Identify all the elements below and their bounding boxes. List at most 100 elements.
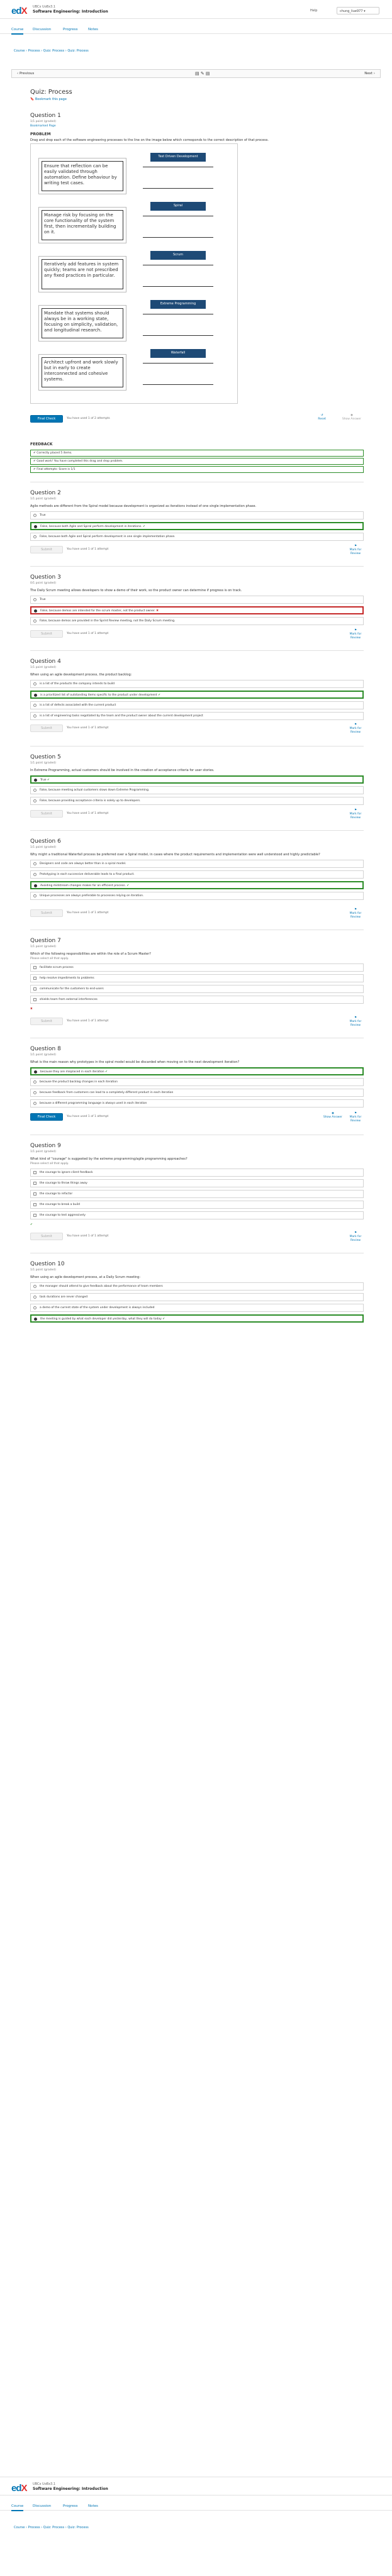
radio-option[interactable]: False, because demos are provided in the… xyxy=(30,616,364,625)
radio-option[interactable]: is a prioritized list of outstanding ite… xyxy=(30,690,364,699)
drop-zone[interactable] xyxy=(143,384,213,385)
mark-for-review-button[interactable]: ⚑ Mark for Review xyxy=(347,545,364,556)
checkbox-option[interactable]: the courage to break a build xyxy=(30,1201,364,1209)
tab-notes[interactable]: Notes xyxy=(88,2504,98,2509)
radio-option[interactable]: True xyxy=(30,595,364,604)
drop-label[interactable]: Spiral xyxy=(150,202,206,211)
radio-option[interactable]: because a different programming language… xyxy=(30,1099,364,1108)
radio-button[interactable] xyxy=(33,1080,36,1084)
radio-button[interactable] xyxy=(33,788,36,792)
show-answer-button[interactable]: ◉ Show Answer xyxy=(342,414,361,421)
radio-button[interactable] xyxy=(34,778,37,782)
radio-option[interactable]: False, because demos are intended for th… xyxy=(30,606,364,614)
checkbox-option[interactable]: the courage to throw things away xyxy=(30,1179,364,1188)
radio-button[interactable] xyxy=(34,1070,37,1074)
radio-option[interactable]: True ✔ xyxy=(30,775,364,784)
radio-button[interactable] xyxy=(34,525,37,528)
help-link[interactable]: Help xyxy=(310,9,317,13)
submit-button[interactable]: Submit xyxy=(30,909,63,917)
radio-option[interactable]: because they are misplaced in each itera… xyxy=(30,1067,364,1075)
radio-option[interactable]: is a list of defects associated with the… xyxy=(30,701,364,709)
radio-button[interactable] xyxy=(33,597,36,601)
checkbox[interactable] xyxy=(33,966,36,970)
radio-option[interactable]: False, because providing acceptance crit… xyxy=(30,796,364,805)
radio-option[interactable]: the meeting is guided by what each devel… xyxy=(30,1314,364,1323)
drag-item[interactable]: Ensure that reflection can be easily val… xyxy=(38,158,126,194)
radio-button[interactable] xyxy=(34,1317,37,1321)
drop-label[interactable]: Test Driven Development xyxy=(150,153,206,162)
breadcrumb-bottom[interactable]: Course › Process › Quiz: Process › Quiz:… xyxy=(14,2526,89,2530)
tab-course[interactable]: Course xyxy=(11,28,24,35)
radio-button[interactable] xyxy=(33,619,36,623)
tab-course[interactable]: Course xyxy=(11,2504,24,2512)
drag-item[interactable]: Architect upfront and work slowly but in… xyxy=(38,354,126,391)
checkbox[interactable] xyxy=(33,1214,36,1218)
next-button[interactable]: Next › xyxy=(364,72,375,76)
radio-option[interactable]: a demo of the current state of the syste… xyxy=(30,1303,364,1312)
radio-button[interactable] xyxy=(33,714,36,718)
drag-item[interactable]: Manage risk by focusing on the core func… xyxy=(38,207,126,243)
radio-button[interactable] xyxy=(33,1091,36,1094)
tab-discussion[interactable]: Discussion xyxy=(33,28,51,32)
radio-button[interactable] xyxy=(33,1101,36,1105)
radio-button[interactable] xyxy=(33,535,36,538)
tab-progress[interactable]: Progress xyxy=(63,2504,77,2509)
radio-option[interactable]: False, because both Agile and Spiral per… xyxy=(30,532,364,541)
radio-option[interactable]: is a list of the products the company in… xyxy=(30,679,364,688)
bookmark-button[interactable]: 🔖 Bookmark this page xyxy=(30,97,67,102)
mark-for-review-button[interactable]: ⚑ Mark for Review xyxy=(347,908,364,919)
submit-button[interactable]: Submit xyxy=(30,724,63,732)
radio-button[interactable] xyxy=(34,693,37,697)
radio-option[interactable]: True xyxy=(30,511,364,519)
drop-zone[interactable] xyxy=(143,363,213,364)
mark-for-review-button[interactable]: ⚑ Mark for Review xyxy=(347,1016,364,1028)
radio-option[interactable]: because the product backlog changes in e… xyxy=(30,1077,364,1086)
radio-option[interactable]: because feedback from customers can lead… xyxy=(30,1088,364,1097)
checkbox[interactable] xyxy=(33,987,36,991)
drop-label[interactable]: Extreme Programming xyxy=(150,300,206,309)
radio-option[interactable]: False, because meeting actual customers … xyxy=(30,786,364,794)
radio-button[interactable] xyxy=(33,894,36,897)
radio-option[interactable]: Designers and code are always better tha… xyxy=(30,859,364,868)
radio-button[interactable] xyxy=(33,872,36,876)
mark-for-review-button[interactable]: ⚑ Mark for Review xyxy=(347,1231,364,1243)
checkbox[interactable] xyxy=(33,977,36,980)
final-check-button[interactable]: Final Check xyxy=(30,1113,63,1121)
tab-notes[interactable]: Notes xyxy=(88,28,98,32)
submit-button[interactable]: Submit xyxy=(30,1018,63,1025)
checkbox-option[interactable]: shields team from external interferences xyxy=(30,996,364,1004)
mark-for-review-button[interactable]: ⚑ Mark for Review xyxy=(347,723,364,735)
radio-button[interactable] xyxy=(33,513,36,517)
radio-option[interactable]: Avoiding midstream changes makes for an … xyxy=(30,880,364,889)
drag-item[interactable]: Mandate that systems should always be in… xyxy=(38,305,126,341)
radio-option[interactable]: task durations are never changed xyxy=(30,1292,364,1301)
tab-discussion[interactable]: Discussion xyxy=(33,2504,51,2509)
breadcrumb[interactable]: Course › Process › Quiz: Process › Quiz:… xyxy=(14,49,89,53)
radio-button[interactable] xyxy=(33,1306,36,1309)
radio-option[interactable]: Prototyping in each successive deliverab… xyxy=(30,870,364,879)
radio-option[interactable]: is a list of engineering tasks negotiate… xyxy=(30,711,364,720)
radio-option[interactable]: Unique processes are always preferable t… xyxy=(30,891,364,900)
radio-option[interactable]: False, because both Agile and Spiral per… xyxy=(30,521,364,530)
checkbox-option[interactable]: help resolve impediments to problems xyxy=(30,974,364,983)
drop-zone[interactable] xyxy=(143,237,213,238)
radio-button[interactable] xyxy=(33,1295,36,1299)
radio-button[interactable] xyxy=(33,862,36,865)
sequence-unit-icons[interactable]: ▤ ✎ ▤ xyxy=(195,71,210,77)
checkbox-option[interactable]: communicate for the customers to end-use… xyxy=(30,985,364,994)
show-answer-button[interactable]: ◉ Show Answer xyxy=(323,1112,342,1119)
drop-label[interactable]: Scrum xyxy=(150,251,206,260)
submit-button[interactable]: Submit xyxy=(30,1233,63,1240)
drop-label[interactable]: Waterfall xyxy=(150,349,206,358)
checkbox-option[interactable]: facilitate scrum process xyxy=(30,963,364,972)
edx-logo[interactable]: edX xyxy=(11,5,28,18)
radio-button[interactable] xyxy=(33,682,36,686)
submit-button[interactable]: Submit xyxy=(30,630,63,638)
mark-for-review-button[interactable]: ⚑ Mark for Review xyxy=(347,629,364,640)
radio-button[interactable] xyxy=(33,703,36,707)
checkbox-option[interactable]: the courage to ignore client feedback xyxy=(30,1169,364,1177)
radio-button[interactable] xyxy=(34,609,37,613)
checkbox[interactable] xyxy=(33,1203,36,1207)
radio-option[interactable]: the manager should attend to give feedba… xyxy=(30,1282,364,1291)
submit-button[interactable]: Submit xyxy=(30,810,63,818)
